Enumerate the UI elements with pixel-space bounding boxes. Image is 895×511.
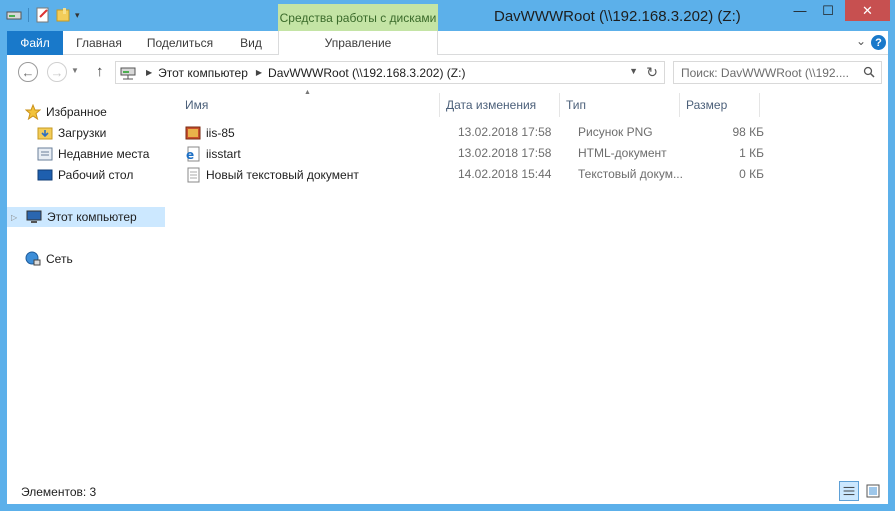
window-title: DavWWWRoot (\\192.168.3.202) (Z:)	[494, 8, 741, 25]
star-icon	[25, 104, 41, 120]
ribbon-tabs: Файл Главная Поделиться Вид Управление ⌄…	[7, 31, 888, 55]
navigation-pane: Избранное Загрузки Недавние места Рабочи…	[7, 91, 167, 477]
sidebar-item-label: Этот компьютер	[47, 210, 137, 224]
toolbar-separator	[28, 8, 29, 22]
breadcrumb-this-pc[interactable]: Этот компьютер	[158, 66, 248, 80]
search-box[interactable]: Поиск: DavWWWRoot (\\192....	[673, 61, 882, 84]
drive-icon[interactable]	[6, 7, 22, 23]
content-area: Избранное Загрузки Недавние места Рабочи…	[7, 89, 888, 477]
sidebar-item-label: Загрузки	[58, 126, 107, 140]
file-type: HTML-документ	[578, 146, 667, 160]
sidebar-item-label: Рабочий стол	[58, 168, 134, 182]
file-size: 0 КБ	[739, 167, 764, 181]
column-header-type[interactable]: Тип	[560, 93, 680, 117]
breadcrumb-separator-icon[interactable]: ▶	[146, 68, 152, 77]
file-date: 13.02.2018 17:58	[458, 125, 552, 139]
close-button[interactable]: ✕	[845, 0, 890, 21]
column-header-date-modified[interactable]: Дата изменения	[440, 93, 560, 117]
forward-button[interactable]: →	[47, 62, 67, 82]
file-type: Текстовый докум...	[578, 167, 683, 181]
up-button[interactable]: ↑	[96, 63, 104, 80]
column-header-size[interactable]: Размер	[680, 93, 760, 117]
customize-toolbar-icon[interactable]: ▾	[75, 10, 80, 21]
file-name-cell: e iisstart	[185, 146, 241, 162]
text-document-icon	[187, 167, 200, 183]
file-name: Новый текстовый документ	[206, 168, 359, 182]
desktop-icon	[37, 169, 53, 181]
sidebar-item-favorites[interactable]: Избранное	[7, 102, 165, 122]
sidebar-item-this-pc[interactable]: ▷ Этот компьютер	[7, 207, 165, 227]
new-folder-icon[interactable]	[55, 7, 71, 23]
file-list: ▲ Имя Дата изменения Тип Размер iis-85 1…	[167, 89, 888, 477]
file-name-cell: iis-85	[185, 125, 235, 141]
tab-home[interactable]: Главная	[69, 31, 129, 55]
status-bar: Элементов: 3	[7, 477, 888, 504]
address-bar[interactable]: ▶ Этот компьютер ▶ DavWWWRoot (\\192.168…	[115, 61, 665, 84]
search-input[interactable]: Поиск: DavWWWRoot (\\192....	[681, 66, 859, 80]
table-row[interactable]: Новый текстовый документ 14.02.2018 15:4…	[179, 164, 764, 185]
file-name: iisstart	[206, 147, 241, 161]
file-date: 13.02.2018 17:58	[458, 146, 552, 160]
tab-share[interactable]: Поделиться	[143, 31, 217, 55]
back-button[interactable]: ←	[18, 62, 38, 82]
explorer-window: ▾ Средства работы с дисками DavWWWRoot (…	[0, 0, 895, 511]
html-document-icon: e	[186, 146, 200, 162]
sidebar-item-label: Недавние места	[58, 147, 150, 161]
file-name: iis-85	[206, 126, 235, 140]
computer-icon	[26, 210, 42, 223]
sidebar-item-recent-places[interactable]: Недавние места	[7, 144, 165, 164]
table-row[interactable]: iis-85 13.02.2018 17:58 Рисунок PNG 98 К…	[179, 122, 764, 143]
contextual-tab-group-label: Средства работы с дисками	[278, 4, 438, 32]
tab-manage[interactable]: Управление	[278, 31, 438, 55]
navigation-bar: ← → ▼ ↑ ▶ Этот компьютер ▶ DavWWWRoot (\…	[7, 55, 888, 91]
sidebar-item-desktop[interactable]: Рабочий стол	[7, 165, 165, 185]
sidebar-item-label: Избранное	[46, 105, 107, 119]
file-size: 1 КБ	[739, 146, 764, 160]
search-icon[interactable]	[863, 66, 875, 78]
details-view-icon[interactable]	[839, 481, 859, 501]
address-dropdown-icon[interactable]: ▼	[629, 66, 638, 76]
column-header-name[interactable]: Имя	[179, 93, 440, 117]
table-row[interactable]: e iisstart 13.02.2018 17:58 HTML-докумен…	[179, 143, 764, 164]
quick-access-toolbar: ▾	[6, 7, 80, 23]
file-type: Рисунок PNG	[578, 125, 653, 139]
sidebar-item-label: Сеть	[46, 252, 73, 266]
item-count: Элементов: 3	[21, 485, 97, 499]
title-bar: ▾ Средства работы с дисками DavWWWRoot (…	[0, 0, 895, 32]
sidebar-item-downloads[interactable]: Загрузки	[7, 123, 165, 143]
tab-file[interactable]: Файл	[7, 31, 63, 55]
network-icon	[25, 251, 41, 266]
refresh-icon[interactable]: ↻	[646, 64, 658, 81]
recent-places-icon	[37, 147, 53, 161]
expand-ribbon-icon[interactable]: ⌄	[856, 34, 866, 48]
svg-text:e: e	[186, 148, 194, 162]
breadcrumb-separator-icon[interactable]: ▶	[256, 68, 262, 77]
file-name-cell: Новый текстовый документ	[185, 167, 359, 183]
breadcrumb-current-drive[interactable]: DavWWWRoot (\\192.168.3.202) (Z:)	[268, 66, 465, 80]
file-date: 14.02.2018 15:44	[458, 167, 552, 181]
help-icon[interactable]: ?	[871, 35, 886, 50]
network-drive-icon	[120, 67, 136, 79]
expand-chevron-icon[interactable]: ▷	[11, 213, 17, 222]
minimize-button[interactable]: —	[786, 0, 814, 21]
tab-view[interactable]: Вид	[233, 31, 269, 55]
file-size: 98 КБ	[732, 125, 764, 139]
sidebar-item-network[interactable]: Сеть	[7, 249, 165, 269]
properties-icon[interactable]	[35, 7, 51, 23]
png-image-icon	[185, 126, 201, 140]
maximize-button[interactable]: ☐	[814, 0, 842, 21]
downloads-folder-icon	[37, 127, 53, 140]
large-icons-view-icon[interactable]	[863, 481, 883, 501]
recent-locations-chevron-icon[interactable]: ▼	[71, 66, 79, 75]
